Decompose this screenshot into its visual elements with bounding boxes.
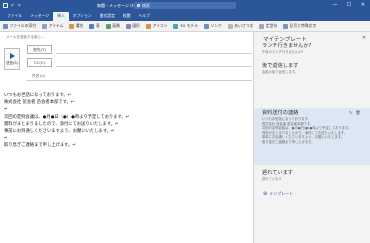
ribbon: ファイルの添付 アイテム 署名 表 画像 図形 アイコン 3D モデル リンク … [0,21,370,32]
link-button[interactable]: リンク [203,23,222,29]
redo-icon[interactable]: ↷ [17,3,20,8]
template-item[interactable]: ランチ行きませんか? 午後のランチ行きませんか? [262,43,365,55]
body-line: 株式会社 苗会者 苗会者本部です。↵ [4,100,75,106]
greeting-label: あいさつ文 [234,23,254,28]
table-icon [89,23,95,29]
template-desc: 遅れています [262,177,282,181]
template-item-selected[interactable]: 資料送付の連絡 いつもお世話になっております。 株式会社 苗会者 苗会者本部です… [254,108,370,165]
menu-tabs: ファイル メッセージ 挿入 オプション 書式設定 校閲 ヘルプ [0,11,370,21]
close-icon[interactable]: ✕ [362,35,366,41]
3d-models-label: 3D モデル [179,23,198,28]
signature-label: 署名 [75,23,84,28]
delete-icon[interactable]: 🗑 [355,110,360,115]
picture-button[interactable]: 画像 [105,23,120,29]
quick-parts-icon [259,23,265,29]
body-line: ↵ [4,136,8,142]
body-line: 取り急ぎご連絡まで申し上げます。↵ [4,143,76,149]
send-button[interactable]: 送信(S) [4,48,20,70]
tab-options[interactable]: オプション [69,12,96,21]
tab-insert[interactable]: 挿入 [53,12,69,21]
icons-label: アイコン [152,23,168,28]
omega-icon [283,23,289,29]
3d-models-button[interactable]: 3D モデル [173,23,198,29]
send-icon [9,52,15,59]
signature-icon [69,23,75,29]
greeting-icon [227,23,233,29]
template-item[interactable]: 遅れています 遅れています [262,170,365,182]
info-bar: メールを送信する前に… [6,35,45,39]
symbols-label: 記号と特殊文字 [289,23,317,28]
item-label: アイテム [48,23,64,28]
cube-icon [173,23,179,29]
quick-access-toolbar: ↶ ↷ [0,3,90,8]
template-desc: 会議の後で返信します。 [262,70,298,74]
symbols-button[interactable]: 記号と特殊文字 [283,23,316,29]
body-line: 事前にお目通しくださいますよう、お願いいたします。↵ [4,128,115,134]
body-line: いつもお世話になっております。↵ [4,93,72,98]
maximize-button[interactable]: ☐ [342,0,356,11]
table-label: 表 [95,23,100,28]
outlook-item-icon [42,23,48,29]
shapes-icon [125,23,131,29]
template-item[interactable]: 後で返信します 会議の後で返信します。 [262,63,365,75]
shapes-label: 図形 [132,23,140,28]
signature-button[interactable]: 署名 [69,23,83,29]
table-button[interactable]: 表 [89,23,100,29]
template-actions: ✎ 🗑 [349,110,360,115]
minimize-button[interactable]: — [328,0,342,11]
to-button[interactable]: 宛先(T) [27,45,52,54]
tab-format[interactable]: 書式設定 [96,12,119,21]
search-placeholder: 検索 [142,2,150,8]
close-button[interactable]: ✕ [356,0,370,11]
quick-parts-button[interactable]: 定型句 [259,23,277,29]
plus-icon: ⊕ [263,190,268,197]
send-label: 送信(S) [6,60,18,65]
tab-message[interactable]: メッセージ [26,12,53,21]
message-body[interactable]: いつもお世話になっております。↵ 株式会社 苗会者 苗会者本部です。↵ ↵ 次回… [4,92,244,150]
shapes-button[interactable]: 図形 [125,23,140,29]
panel-title: マイテンプレート [263,37,307,43]
cc-field[interactable] [56,66,252,67]
template-title: ランチ行きませんか? [262,43,312,49]
tab-file[interactable]: ファイル [3,12,26,21]
window-controls: — ☐ ✕ [328,0,370,11]
picture-icon [105,23,111,29]
link-icon [203,23,209,29]
body-line: 資料がまとまりましたので、添付にてお送りいたします。↵ [4,121,119,127]
icons-button[interactable]: アイコン [145,23,168,29]
tab-help[interactable]: ヘルプ [134,12,153,21]
undo-icon[interactable]: ↶ [11,3,14,8]
template-title: 遅れています [262,170,293,176]
add-template-button[interactable]: ⊕ テンプレート [263,191,293,197]
template-body-line: 取り急ぎご連絡まで申し上げます。 [262,139,315,144]
quick-parts-label: 定型句 [265,23,278,28]
attach-file-label: ファイルの添付 [9,23,37,28]
body-line: ↵ [4,107,8,113]
paperclip-icon [3,23,8,29]
picture-label: 画像 [112,23,120,28]
to-field[interactable] [56,53,252,54]
attach-file-button[interactable]: ファイルの添付 [3,23,36,29]
icons-icon [145,23,151,29]
template-title: 後で返信します [262,63,299,69]
add-template-label: テンプレート [269,191,294,196]
title-bar: ↶ ↷ 無題 - メッセージ (HTML 形式) 検索 — ☐ ✕ [0,0,370,11]
tab-review[interactable]: 校閲 [119,12,135,21]
search-box[interactable]: 検索 [134,2,236,9]
subject-field[interactable] [26,80,252,81]
greeting-button[interactable]: あいさつ文 [227,23,254,29]
item-button[interactable]: アイテム [42,23,63,29]
link-label: リンク [210,23,222,28]
cc-button[interactable]: CC(C) [27,58,52,67]
search-icon [137,4,140,7]
subject-label: 件名(U) [32,73,46,78]
save-icon[interactable] [3,3,8,8]
template-desc: 午後のランチ行きませんか? [262,50,304,54]
body-line: 次回の定例会議は、●月●日（●）●時より予定しております。↵ [4,114,130,120]
edit-icon[interactable]: ✎ [349,110,352,115]
template-title: 資料送付の連絡 [262,110,299,116]
